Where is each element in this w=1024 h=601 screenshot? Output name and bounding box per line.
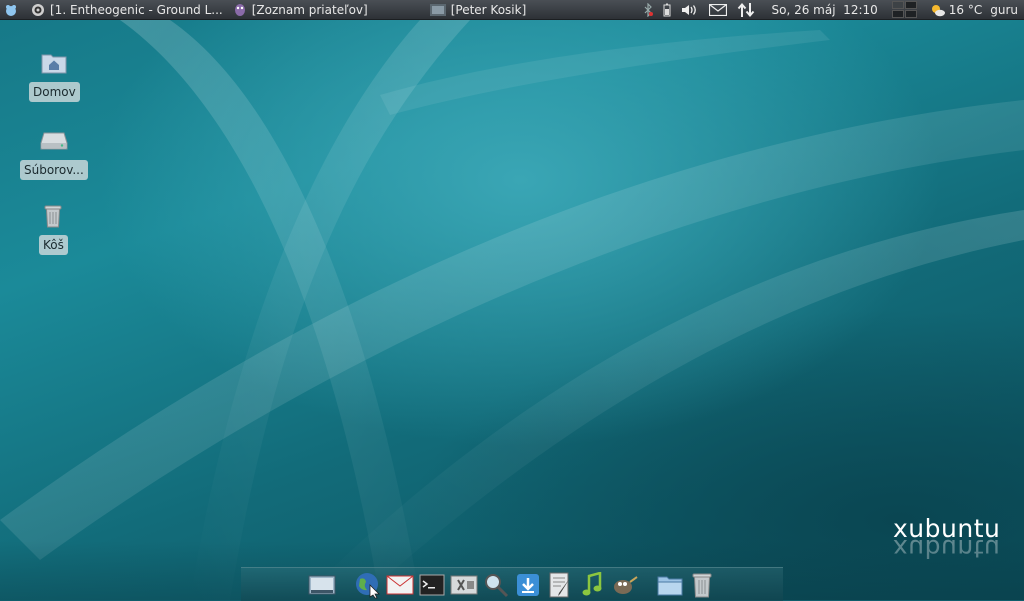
- taskbar-window-label: [Zoznam priateľov]: [252, 3, 368, 17]
- trash-icon: [692, 572, 712, 598]
- clock[interactable]: So, 26 máj 12:10: [760, 0, 886, 19]
- gimp-icon: [610, 573, 638, 597]
- desktop-icon-label: Kôš: [39, 235, 68, 255]
- web-browser-icon: [354, 571, 382, 599]
- pidgin-icon: [233, 3, 247, 17]
- desktop-icon-trash[interactable]: Kôš: [39, 203, 68, 255]
- bottom-dock: [241, 567, 783, 601]
- dock-trash[interactable]: [688, 571, 716, 599]
- desktop-icon-home[interactable]: Domov: [29, 50, 80, 102]
- taskbar-window-buddy-list[interactable]: [Zoznam priateľov]: [229, 0, 374, 19]
- file-manager-icon: [657, 574, 683, 596]
- workspace-1[interactable]: [892, 1, 904, 9]
- workspace-switcher[interactable]: [892, 1, 917, 18]
- dock-file-manager[interactable]: [656, 571, 684, 599]
- dock-music-player[interactable]: [578, 571, 606, 599]
- music-player-icon: [580, 572, 604, 598]
- dock-search[interactable]: [482, 571, 510, 599]
- volume-tray-button[interactable]: [676, 0, 704, 19]
- taskbar-window-label: [Peter Kosik]: [451, 3, 527, 17]
- system-tray: So, 26 máj 12:10 16 °C guru: [638, 0, 1024, 19]
- weather-tray-button[interactable]: 16 °C: [925, 0, 987, 19]
- trash-icon: [44, 204, 62, 228]
- battery-tray-button[interactable]: [658, 0, 676, 19]
- dock-show-desktop[interactable]: [308, 571, 336, 599]
- workspace-3[interactable]: [892, 10, 904, 18]
- volume-icon: [681, 3, 699, 17]
- drive-icon: [40, 131, 68, 151]
- applications-menu-button[interactable]: [0, 0, 27, 19]
- mail-icon: [709, 4, 727, 16]
- audacious-icon: [31, 3, 45, 17]
- desktop-icon-label: Súborov...: [20, 160, 88, 180]
- text-editor-icon: [548, 572, 572, 598]
- desktop-icon-filesystem[interactable]: Súborov...: [20, 128, 88, 180]
- home-folder-icon: [41, 52, 67, 74]
- desktop-wallpaper: [0, 0, 1024, 600]
- weather-partly-cloudy-icon: [930, 3, 946, 17]
- workspace-4[interactable]: [905, 10, 917, 18]
- mail-icon: [386, 574, 414, 596]
- top-panel: [1. Entheogenic - Ground L... [Zoznam pr…: [0, 0, 1024, 20]
- dock-download[interactable]: [514, 571, 542, 599]
- dock-text-editor[interactable]: [546, 571, 574, 599]
- search-icon: [483, 572, 509, 598]
- dock-web-browser[interactable]: [354, 571, 382, 599]
- desktop-icon-label: Domov: [29, 82, 80, 102]
- taskbar-window-label: [1. Entheogenic - Ground L...: [50, 3, 223, 17]
- dock-settings[interactable]: [450, 571, 478, 599]
- clock-label: So, 26 máj 12:10: [772, 3, 878, 17]
- taskbar-window-audacious[interactable]: [1. Entheogenic - Ground L...: [27, 0, 229, 19]
- settings-icon: [450, 573, 478, 597]
- terminal-icon: [419, 574, 445, 596]
- bluetooth-tray-button[interactable]: [638, 0, 658, 19]
- dock-mail[interactable]: [386, 571, 414, 599]
- taskbar-window-chat[interactable]: [Peter Kosik]: [426, 0, 533, 19]
- network-tray-button[interactable]: [732, 0, 760, 19]
- bluetooth-disabled-icon: [643, 3, 653, 17]
- xubuntu-mouse-icon: [4, 3, 18, 17]
- user-menu-button[interactable]: guru: [987, 0, 1024, 19]
- battery-icon: [663, 3, 671, 17]
- download-icon: [516, 573, 540, 597]
- mail-tray-button[interactable]: [704, 0, 732, 19]
- user-name: guru: [990, 3, 1018, 17]
- show-desktop-icon: [308, 574, 336, 596]
- dock-terminal[interactable]: [418, 571, 446, 599]
- weather-temperature: 16 °C: [949, 3, 982, 17]
- workspace-2[interactable]: [905, 1, 917, 9]
- wallpaper-swooshes: [0, 0, 1024, 600]
- chat-window-icon: [430, 3, 446, 17]
- network-transfer-icon: [737, 2, 755, 18]
- dock-gimp[interactable]: [610, 571, 638, 599]
